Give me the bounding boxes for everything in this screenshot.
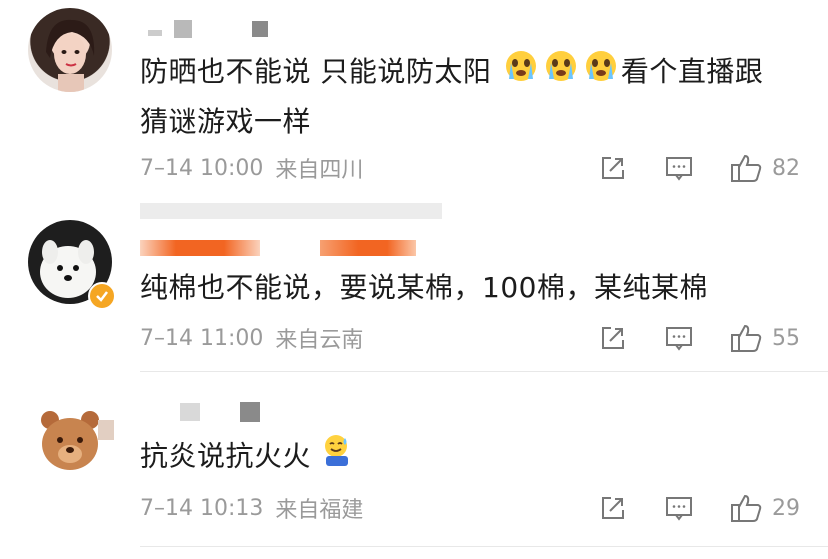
comment-meta: 7–14 10:13 来自福建 29 [140, 488, 800, 528]
like-count: 29 [772, 495, 800, 521]
avatar-redaction [98, 420, 114, 440]
username-redacted[interactable] [180, 402, 260, 422]
timestamp: 7–14 10:13 [140, 495, 264, 521]
location: 来自云南 [275, 328, 364, 353]
comment-actions: 82 [562, 148, 800, 188]
reply-button[interactable] [664, 153, 694, 183]
divider [140, 371, 828, 372]
comment-text: 防晒也不能说 只能说防太阳 看个直播跟 猜谜游戏一样 [140, 48, 804, 146]
share-icon [602, 497, 624, 519]
timestamp: 7–14 11:00 [140, 325, 264, 351]
crying-face-icon [583, 49, 619, 98]
location: 来自福建 [275, 498, 364, 523]
comment-actions: 55 [562, 318, 800, 358]
divider [140, 546, 828, 547]
crying-face-icon [503, 49, 539, 98]
comment-icon [666, 157, 692, 181]
like-count: 55 [772, 325, 800, 351]
timestamp: 7–14 10:00 [140, 155, 264, 181]
comment-2: 纯棉也不能说，要说某棉，100棉，某纯某棉 7–14 11:00 来自云南 55 [0, 210, 828, 370]
avatar-image [46, 19, 95, 92]
share-icon [602, 157, 624, 179]
comment-icon [666, 327, 692, 351]
thumbs-up-icon [731, 324, 762, 352]
crying-face-icon [543, 49, 579, 98]
like-count: 82 [772, 155, 800, 181]
comment-meta: 7–14 11:00 来自云南 55 [140, 318, 800, 358]
comment-meta: 7–14 10:00 来自四川 82 [140, 148, 800, 188]
comment-actions: 29 [562, 488, 800, 528]
like-button[interactable]: 55 [730, 322, 800, 354]
share-icon [602, 327, 624, 349]
share-button[interactable] [598, 493, 628, 523]
share-button[interactable] [598, 323, 628, 353]
comment-text: 抗炎说抗火火 [140, 432, 804, 483]
thumbs-up-icon [731, 494, 762, 522]
avatar-image [41, 411, 99, 470]
avatar[interactable] [28, 8, 112, 92]
like-button[interactable]: 29 [730, 492, 800, 524]
share-button[interactable] [598, 153, 628, 183]
thumbs-up-icon [731, 154, 762, 182]
comment-3: 抗炎说抗火火 7–14 10:13 来自福建 29 [0, 380, 828, 559]
like-button[interactable]: 82 [730, 152, 800, 184]
location: 来自四川 [275, 158, 364, 183]
avatar[interactable] [28, 398, 112, 482]
username-redacted[interactable] [140, 240, 416, 256]
sweat-smile-icon [322, 432, 354, 483]
comment-text: 纯棉也不能说，要说某棉，100棉，某纯某棉 [140, 271, 708, 304]
comment-1: 防晒也不能说 只能说防太阳 看个直播跟 猜谜游戏一样 7–14 10:00 来自… [0, 0, 828, 195]
reply-button[interactable] [664, 323, 694, 353]
comment-icon [666, 497, 692, 521]
username-redacted[interactable] [148, 20, 268, 38]
reply-button[interactable] [664, 493, 694, 523]
verified-badge-icon [88, 282, 116, 310]
